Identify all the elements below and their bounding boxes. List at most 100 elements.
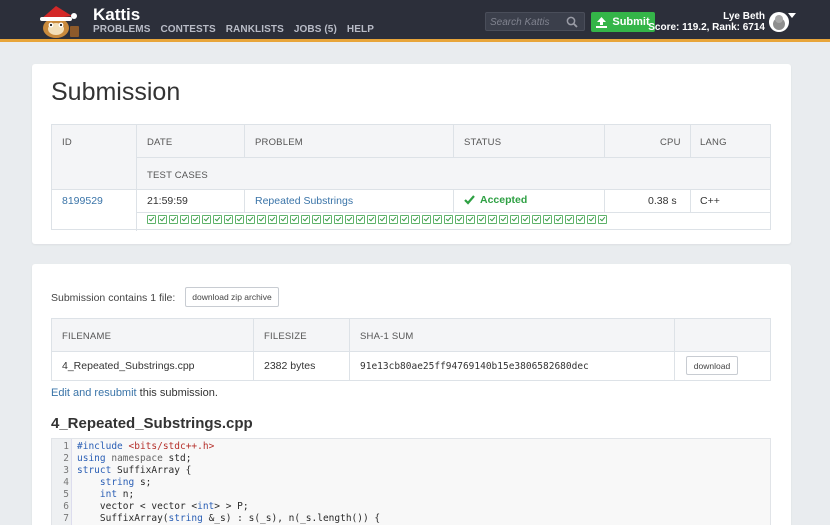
test-case-pass-icon[interactable] xyxy=(345,215,354,224)
search-input[interactable] xyxy=(490,15,566,29)
test-case-pass-icon[interactable] xyxy=(565,215,574,224)
col-filename: FILENAME xyxy=(62,331,112,342)
test-case-pass-icon[interactable] xyxy=(378,215,387,224)
submission-card: Submission ID DATE PROBLEM STATUS CPU LA… xyxy=(32,64,791,244)
test-case-pass-icon[interactable] xyxy=(499,215,508,224)
user-avatar[interactable] xyxy=(769,12,789,32)
line-number: 7 xyxy=(63,513,69,524)
submission-table: ID DATE PROBLEM STATUS CPU LANG TEST CAS… xyxy=(51,124,771,231)
test-case-pass-icon[interactable] xyxy=(389,215,398,224)
test-case-pass-icon[interactable] xyxy=(598,215,607,224)
test-case-pass-icon[interactable] xyxy=(290,215,299,224)
divider xyxy=(136,125,137,231)
test-case-pass-icon[interactable] xyxy=(466,215,475,224)
line-number: 3 xyxy=(63,465,69,476)
kattis-logo[interactable] xyxy=(34,2,84,40)
test-case-pass-icon[interactable] xyxy=(587,215,596,224)
line-number: 1 xyxy=(63,441,69,452)
line-number: 2 xyxy=(63,453,69,464)
nav-problems[interactable]: PROBLEMS xyxy=(93,24,150,35)
search-box xyxy=(485,12,585,31)
nav-contests[interactable]: CONTESTS xyxy=(160,24,215,35)
test-case-pass-icon[interactable] xyxy=(235,215,244,224)
test-case-pass-icon[interactable] xyxy=(158,215,167,224)
test-case-pass-icon[interactable] xyxy=(411,215,420,224)
test-cases-row xyxy=(147,215,609,224)
test-case-pass-icon[interactable] xyxy=(147,215,156,224)
test-case-pass-icon[interactable] xyxy=(334,215,343,224)
search-icon[interactable] xyxy=(566,16,578,28)
divider xyxy=(136,157,770,158)
test-case-pass-icon[interactable] xyxy=(169,215,178,224)
test-case-pass-icon[interactable] xyxy=(543,215,552,224)
test-case-pass-icon[interactable] xyxy=(532,215,541,224)
status-badge: Accepted xyxy=(464,194,527,206)
divider xyxy=(453,190,454,212)
nav-jobs[interactable]: JOBS (5) xyxy=(294,24,337,35)
submission-id-link[interactable]: 8199529 xyxy=(62,195,103,207)
resubmit-suffix: this submission. xyxy=(136,387,218,399)
test-case-pass-icon[interactable] xyxy=(312,215,321,224)
files-summary: Submission contains 1 file: xyxy=(51,292,176,304)
test-case-pass-icon[interactable] xyxy=(444,215,453,224)
divider xyxy=(244,125,245,157)
col-cpu: CPU xyxy=(660,137,681,148)
col-lang: LANG xyxy=(700,137,727,148)
test-case-pass-icon[interactable] xyxy=(510,215,519,224)
nav-help[interactable]: HELP xyxy=(347,24,374,35)
file-sha1: 91e13cb80ae25ff94769140b15e3806582680dec xyxy=(360,361,589,372)
test-case-pass-icon[interactable] xyxy=(257,215,266,224)
chevron-down-icon[interactable] xyxy=(788,13,796,18)
download-zip-button[interactable]: download zip archive xyxy=(185,287,279,307)
divider xyxy=(674,319,675,380)
main-nav: PROBLEMS CONTESTS RANKLISTS JOBS (5) HEL… xyxy=(93,24,384,35)
code-text: SuffixArray(string &_s) : s(_s), n(_s.le… xyxy=(77,513,381,524)
col-test-cases: TEST CASES xyxy=(147,170,208,181)
submit-button-label: Submit xyxy=(612,16,650,28)
col-id: ID xyxy=(62,137,72,148)
download-file-button[interactable]: download xyxy=(686,356,738,375)
test-case-pass-icon[interactable] xyxy=(367,215,376,224)
col-sha1: SHA-1 SUM xyxy=(360,331,414,342)
nav-ranklists[interactable]: RANKLISTS xyxy=(226,24,284,35)
test-case-pass-icon[interactable] xyxy=(576,215,585,224)
test-case-pass-icon[interactable] xyxy=(554,215,563,224)
test-case-pass-icon[interactable] xyxy=(191,215,200,224)
cpu-time: 0.38 s xyxy=(648,195,677,207)
edit-resubmit-link[interactable]: Edit and resubmit xyxy=(51,387,137,399)
divider xyxy=(453,125,454,157)
line-number: 6 xyxy=(63,501,69,512)
checkmark-icon xyxy=(464,195,475,205)
test-case-pass-icon[interactable] xyxy=(246,215,255,224)
line-number: 5 xyxy=(63,489,69,500)
user-score: Score: 119.2, Rank: 6714 xyxy=(648,22,765,33)
test-case-pass-icon[interactable] xyxy=(268,215,277,224)
test-case-pass-icon[interactable] xyxy=(356,215,365,224)
problem-link[interactable]: Repeated Substrings xyxy=(255,195,353,207)
test-case-pass-icon[interactable] xyxy=(279,215,288,224)
code-text: using namespace std; xyxy=(77,453,192,464)
test-case-pass-icon[interactable] xyxy=(180,215,189,224)
line-number: 4 xyxy=(63,477,69,488)
test-case-pass-icon[interactable] xyxy=(433,215,442,224)
test-case-pass-icon[interactable] xyxy=(202,215,211,224)
files-card: Submission contains 1 file: download zip… xyxy=(32,264,791,525)
divider xyxy=(136,212,770,213)
test-case-pass-icon[interactable] xyxy=(477,215,486,224)
test-case-pass-icon[interactable] xyxy=(422,215,431,224)
test-case-pass-icon[interactable] xyxy=(213,215,222,224)
test-case-pass-icon[interactable] xyxy=(521,215,530,224)
test-case-pass-icon[interactable] xyxy=(301,215,310,224)
source-code-viewer[interactable]: 1 #include <bits/stdc++.h> 2 using namespac… xyxy=(51,438,771,525)
test-case-pass-icon[interactable] xyxy=(224,215,233,224)
submit-button[interactable]: Submit xyxy=(591,12,655,32)
upload-icon xyxy=(596,16,608,28)
language: C++ xyxy=(700,195,720,207)
user-name[interactable]: Lye Beth xyxy=(723,11,765,22)
test-case-pass-icon[interactable] xyxy=(323,215,332,224)
brand-name[interactable]: Kattis xyxy=(93,5,140,25)
test-case-pass-icon[interactable] xyxy=(455,215,464,224)
test-case-pass-icon[interactable] xyxy=(400,215,409,224)
test-case-pass-icon[interactable] xyxy=(488,215,497,224)
top-navbar: Kattis PROBLEMS CONTESTS RANKLISTS JOBS … xyxy=(0,0,830,42)
